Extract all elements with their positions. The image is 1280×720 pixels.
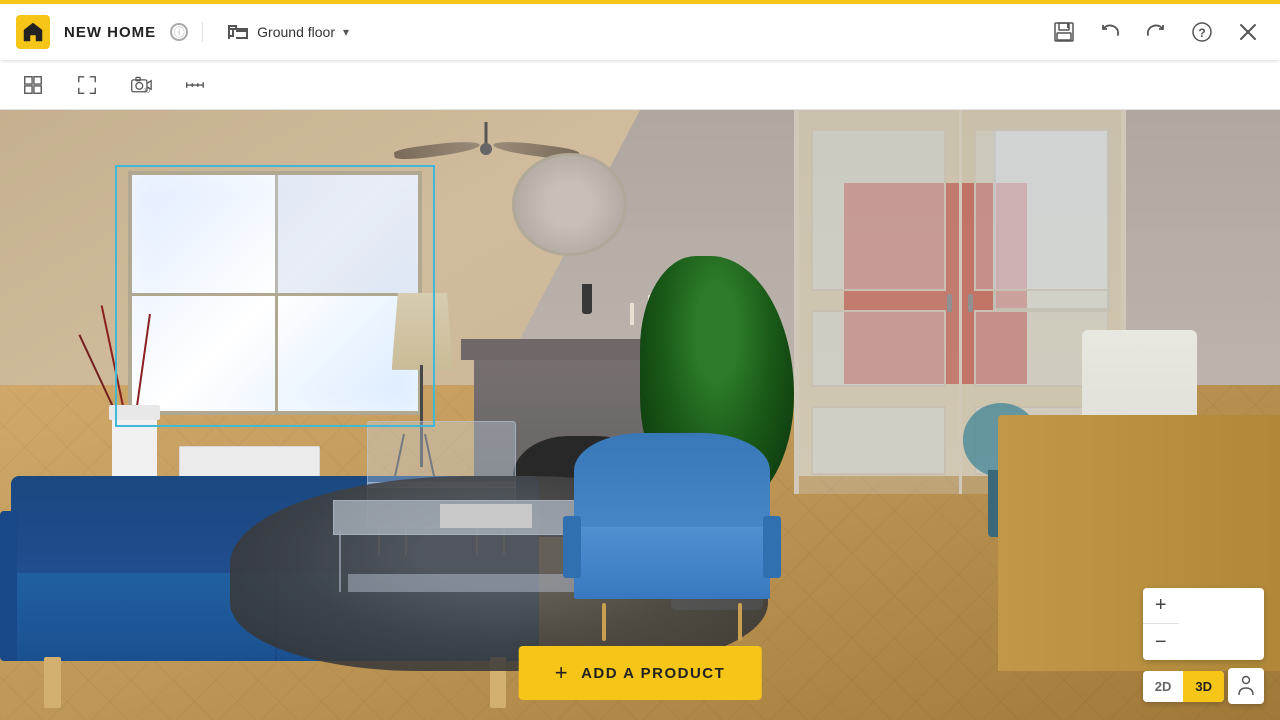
accent-bar (0, 0, 1280, 4)
fan-pole (485, 122, 488, 144)
lamp-shade (392, 293, 453, 370)
close-button[interactable] (1232, 16, 1264, 48)
header-left: NEW HOME ⓘ Gro (16, 15, 359, 49)
door-glass-left-mid (811, 310, 945, 387)
blue-armchair (563, 433, 781, 640)
person-view-button[interactable] (1228, 668, 1264, 704)
app-title: NEW HOME (64, 24, 156, 41)
laptop-on-table (440, 504, 532, 528)
redo-button[interactable] (1140, 16, 1172, 48)
fan-blade-1 (394, 138, 481, 162)
armchair-back-rest (574, 433, 770, 541)
plus-icon: + (555, 660, 569, 686)
armchair-left-arm (563, 516, 580, 578)
separator (202, 22, 203, 42)
door-glass-left-top (811, 129, 945, 290)
floor-selector[interactable]: Ground floor ▾ (217, 20, 359, 44)
floor-plan-icon (227, 24, 249, 40)
add-product-button[interactable]: + ADD A PRODUCT (519, 646, 762, 700)
view-mode-row: 2D 3D (1143, 668, 1264, 704)
door-handle-right (968, 294, 973, 312)
view-mode-controls: 2D 3D (1143, 671, 1224, 702)
view-controls: + − 2D 3D (1143, 588, 1264, 704)
fireplace-candle-1 (630, 303, 634, 325)
camera3d-button[interactable]: 3D (124, 68, 158, 102)
chevron-down-icon: ▾ (343, 25, 349, 39)
armchair-right-arm (763, 516, 780, 578)
door-glass-right-top (974, 129, 1108, 290)
save-button[interactable] (1048, 16, 1080, 48)
vase-top (109, 405, 160, 421)
door-handle-left (947, 294, 952, 312)
header: NEW HOME ⓘ Gro (0, 4, 1280, 60)
view-3d-button[interactable]: 3D (1183, 671, 1224, 702)
armchair-leg-right (738, 603, 742, 640)
floor-label: Ground floor (257, 24, 335, 40)
header-right: ? (1048, 16, 1264, 48)
room-scene (0, 110, 1280, 720)
help-button[interactable]: ? (1186, 16, 1218, 48)
info-icon[interactable]: ⓘ (170, 23, 188, 41)
branch-1 (100, 305, 126, 420)
viewport-3d[interactable]: + ADD A PRODUCT + − 2D 3D (0, 110, 1280, 720)
sofa-armrest-left (0, 511, 17, 662)
app-logo[interactable] (16, 15, 50, 49)
sofa-leg-left (44, 657, 61, 708)
window[interactable] (128, 171, 422, 415)
fullscreen-button[interactable] (70, 68, 104, 102)
undo-button[interactable] (1094, 16, 1126, 48)
zoom-controls: + − (1143, 588, 1264, 660)
measure-button[interactable] (178, 68, 212, 102)
toolbar: 3D (0, 60, 1280, 110)
door-left-panel[interactable] (799, 110, 962, 494)
fan-hub (480, 143, 492, 155)
armchair-seat-cushion (574, 527, 770, 600)
zoom-in-button[interactable]: + (1143, 588, 1179, 624)
fireplace-vase (582, 284, 592, 314)
decorative-vase (102, 299, 166, 494)
armchair-leg-left (602, 603, 606, 640)
table-frame-left (339, 531, 341, 592)
wall-mirror (512, 153, 627, 257)
svg-text:?: ? (1198, 26, 1205, 40)
grid-toggle-button[interactable] (16, 68, 50, 102)
door-glass-left-bot (811, 406, 945, 475)
view-2d-button[interactable]: 2D (1143, 671, 1184, 702)
svg-text:3D: 3D (144, 88, 151, 94)
zoom-out-button[interactable]: − (1143, 624, 1179, 660)
add-product-label: ADD A PRODUCT (581, 665, 725, 682)
